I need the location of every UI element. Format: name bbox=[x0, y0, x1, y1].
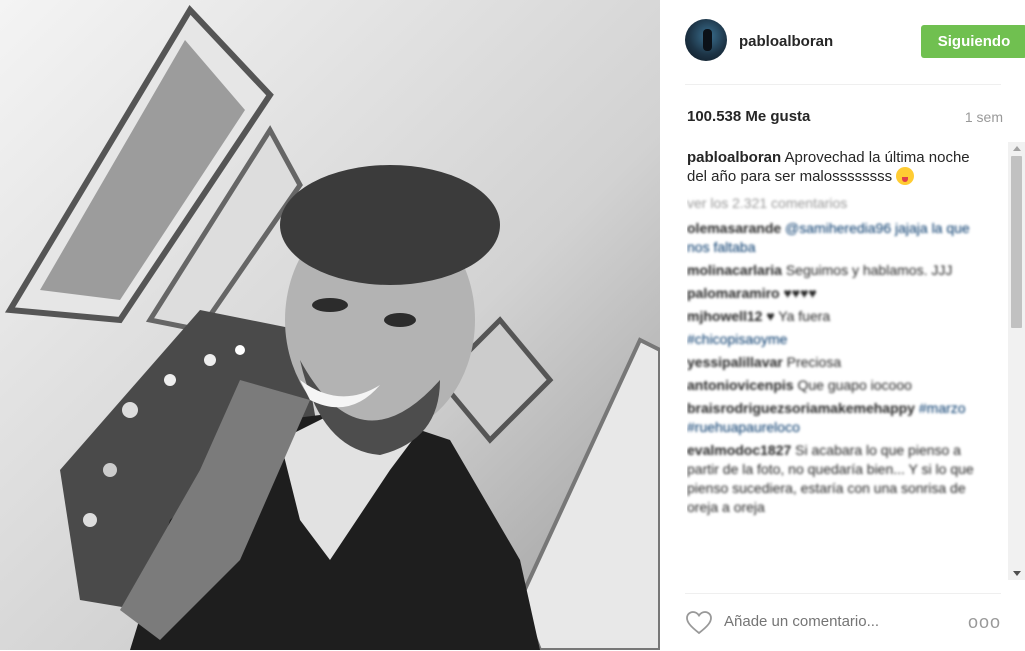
comment-item: antoniovicenpis Que guapo iocooo bbox=[687, 376, 979, 395]
comment-item: braisrodriguezsoriamakemehappy #marzo #r… bbox=[687, 399, 979, 437]
comment-item: mjhowell12 ♥ Ya fuera bbox=[687, 307, 979, 326]
comment-username[interactable]: olemasarande bbox=[687, 220, 781, 236]
post-caption: pabloalboran Aprovechad la última noche … bbox=[687, 148, 979, 186]
caption-username[interactable]: pabloalboran bbox=[687, 149, 781, 166]
comment-username[interactable]: mjhowell12 bbox=[687, 308, 762, 324]
comment-item: palomaramiro ♥♥♥♥ bbox=[687, 284, 979, 303]
comment-text: Que guapo iocooo bbox=[793, 377, 912, 393]
comment-text: ♥♥♥♥ bbox=[779, 285, 817, 301]
username-link[interactable]: pabloalboran bbox=[739, 33, 833, 50]
comment-username[interactable]: antoniovicenpis bbox=[687, 377, 794, 393]
scroll-down-arrow-icon[interactable] bbox=[1013, 571, 1021, 576]
comment-hashtag[interactable]: #chicopisaoyme bbox=[687, 331, 787, 347]
following-button[interactable]: Siguiendo bbox=[921, 25, 1025, 58]
comment-text: Preciosa bbox=[782, 354, 842, 370]
comment-username[interactable]: braisrodriguezsoriamakemehappy bbox=[687, 400, 915, 416]
comment-item: molinacarlaria Seguimos y hablamos. JJJ bbox=[687, 261, 979, 280]
post-footer: ooo bbox=[685, 593, 1001, 651]
comments-scrollbar[interactable] bbox=[1008, 142, 1025, 580]
comment-item: olemasarande @samiheredia96 jajaja la qu… bbox=[687, 219, 979, 257]
comment-username[interactable]: yessipalillavar bbox=[687, 354, 783, 370]
post-photo[interactable] bbox=[0, 0, 660, 650]
view-all-comments-link[interactable]: ver los 2.321 comentarios bbox=[687, 194, 979, 213]
post-time[interactable]: 1 sem bbox=[965, 109, 1003, 125]
comment-item: evalmodoc1827 Si acabara lo que pienso a… bbox=[687, 441, 979, 517]
scrollbar-thumb[interactable] bbox=[1011, 156, 1022, 328]
comment-username[interactable]: molinacarlaria bbox=[687, 262, 782, 278]
add-comment-input[interactable] bbox=[724, 613, 944, 630]
comment-username[interactable]: evalmodoc1827 bbox=[687, 442, 791, 458]
scroll-up-arrow-icon[interactable] bbox=[1013, 146, 1021, 151]
tongue-emoji-icon bbox=[896, 167, 915, 185]
avatar[interactable] bbox=[685, 19, 727, 61]
comment-item: #chicopisaoyme bbox=[687, 330, 979, 349]
comment-text: ♥ Ya fuera bbox=[762, 308, 831, 324]
heart-icon[interactable] bbox=[685, 609, 713, 637]
comments-list[interactable]: pabloalboran Aprovechad la última noche … bbox=[687, 148, 979, 580]
likes-count[interactable]: 100.538 Me gusta bbox=[687, 108, 810, 125]
post-header: pabloalboran Siguiendo bbox=[685, 0, 1025, 85]
comment-text: Seguimos y hablamos. JJJ bbox=[781, 262, 953, 278]
comment-username[interactable]: palomaramiro bbox=[687, 285, 780, 301]
comment-item: yessipalillavar Preciosa bbox=[687, 353, 979, 372]
post-details-panel: pabloalboran Siguiendo 100.538 Me gusta … bbox=[660, 0, 1025, 650]
more-options-button[interactable]: ooo bbox=[968, 612, 1001, 633]
post-photo-image bbox=[0, 0, 660, 650]
